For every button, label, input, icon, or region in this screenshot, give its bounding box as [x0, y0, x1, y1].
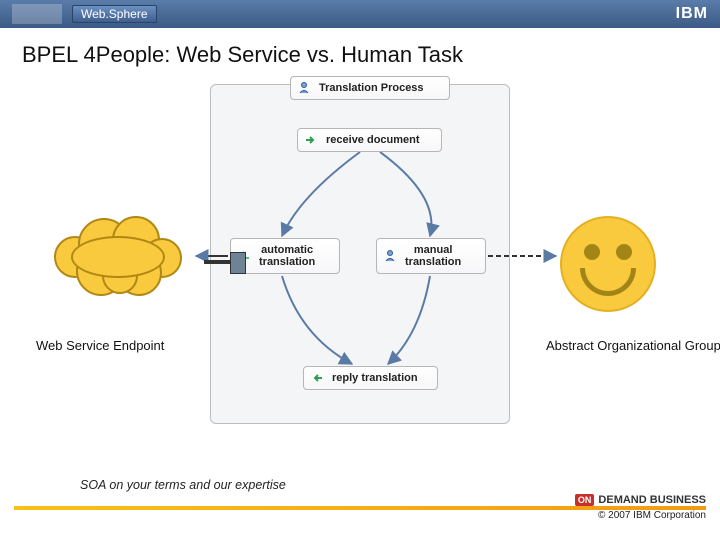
diagram-canvas: Translation Process receive document aut…	[0, 76, 720, 476]
hex-decoration	[12, 4, 62, 24]
reply-node: reply translation	[303, 366, 438, 390]
smiley-icon	[560, 216, 656, 312]
cloud-icon	[54, 216, 182, 294]
manual-label: manual translation	[405, 244, 461, 268]
reply-icon	[309, 370, 325, 386]
on-demand-badge: ON DEMAND BUSINESS	[575, 494, 706, 506]
org-group-smiley	[560, 216, 656, 312]
footer: SOA on your terms and our expertise ON D…	[0, 488, 720, 540]
web-service-endpoint-label: Web Service Endpoint	[36, 338, 164, 353]
brand-label: Web.Sphere	[81, 7, 148, 21]
human-task-icon	[382, 248, 398, 264]
web-service-cloud	[54, 216, 182, 294]
org-group-label: Abstract Organizational Group	[546, 338, 720, 353]
manual-node: manual translation	[376, 238, 486, 274]
ibm-logo-text: IBM	[676, 5, 708, 22]
copyright: © 2007 IBM Corporation	[0, 510, 720, 521]
receive-node: receive document	[297, 128, 442, 152]
footer-tagline: SOA on your terms and our expertise	[74, 478, 292, 492]
header-bar: Web.Sphere IBM	[0, 0, 720, 28]
automatic-node: automatic translation	[230, 238, 340, 274]
port-icon	[204, 260, 244, 264]
automatic-label: automatic translation	[259, 244, 315, 268]
process-title-label: Translation Process	[319, 82, 424, 94]
ibm-logo: IBM	[676, 5, 708, 23]
on-demand-text: DEMAND BUSINESS	[598, 494, 706, 506]
websphere-brand: Web.Sphere	[72, 5, 157, 23]
receive-label: receive document	[326, 134, 420, 146]
receive-icon	[303, 132, 319, 148]
on-box: ON	[575, 494, 595, 506]
process-title-node: Translation Process	[290, 76, 450, 100]
reply-label: reply translation	[332, 372, 418, 384]
page-title: BPEL 4People: Web Service vs. Human Task	[0, 28, 720, 76]
person-icon	[296, 80, 312, 96]
